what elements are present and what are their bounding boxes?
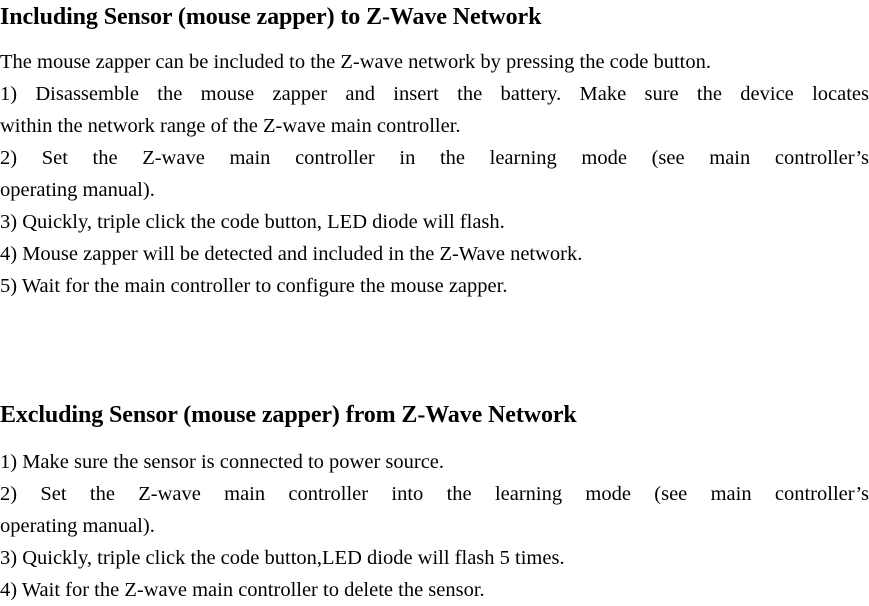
paragraph-step-1: 1) Disassemble the mouse zapper and inse… [0,78,869,142]
text-line: 3) Quickly, triple click the code button… [0,547,565,569]
paragraph-step-2: 2) Set the Z-wave main controller in the… [0,142,869,206]
paragraph-step-4: 4) Mouse zapper will be detected and inc… [0,238,869,270]
paragraph-ex-step-1: 1) Make sure the sensor is connected to … [0,446,869,478]
paragraph-step-5: 5) Wait for the main controller to confi… [0,270,869,302]
paragraph-ex-step-4: 4) Wait for the Z-wave main controller t… [0,574,869,606]
text-line: within the network range of the Z-wave m… [0,115,461,137]
text-line: 4) Mouse zapper will be detected and inc… [0,243,583,265]
text-line: operating manual). [0,179,155,201]
section-body-including: The mouse zapper can be included to the … [0,46,869,302]
text-line: 4) Wait for the Z-wave main controller t… [0,579,485,601]
text-line: The mouse zapper can be included to the … [0,51,712,73]
text-line: 1) Make sure the sensor is connected to … [0,451,445,473]
paragraph-step-3: 3) Quickly, triple click the code button… [0,206,869,238]
paragraph-ex-step-3: 3) Quickly, triple click the code button… [0,542,869,574]
text-line: 3) Quickly, triple click the code button… [0,211,505,233]
heading-body-spacer-2 [0,430,869,446]
section-heading-including: Including Sensor (mouse zapper) to Z-Wav… [0,4,542,30]
text-line: 5) Wait for the main controller to confi… [0,275,508,297]
text-line: 2) Set the Z-wave main controller into t… [0,483,869,505]
paragraph-intro: The mouse zapper can be included to the … [0,46,869,78]
document-page: Including Sensor (mouse zapper) to Z-Wav… [0,0,869,601]
paragraph-ex-step-2: 2) Set the Z-wave main controller into t… [0,478,869,542]
section-body-excluding: 1) Make sure the sensor is connected to … [0,446,869,606]
text-line: 2) Set the Z-wave main controller in the… [0,147,869,169]
text-line: 1) Disassemble the mouse zapper and inse… [0,83,869,105]
heading-body-spacer-1 [0,32,869,46]
text-line: operating manual). [0,515,155,537]
section-heading-excluding: Excluding Sensor (mouse zapper) from Z-W… [0,402,577,428]
